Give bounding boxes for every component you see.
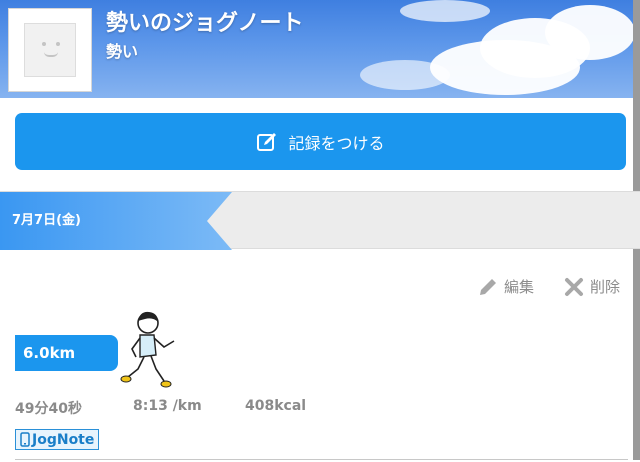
pace-value: 8:13 /km [133,398,202,414]
pencil-square-icon [257,132,277,151]
user-name[interactable]: 勢い [106,38,138,62]
jognote-label: JogNote [32,431,95,448]
delete-button[interactable]: 削除 [564,276,620,297]
calories-value: 408kcal [245,398,307,414]
entry-date: 7月7日(金) [12,213,81,228]
duration-value: 49分40秒 [15,401,82,417]
divider [15,459,628,460]
record-button[interactable]: 記録をつける [15,113,626,170]
phone-icon [20,432,30,447]
edit-label: 編集 [504,278,535,296]
cross-icon [565,277,583,296]
cloud-decoration [400,0,490,22]
date-band: 7月7日(金) [0,191,640,250]
edit-button[interactable]: 編集 [478,276,534,297]
avatar[interactable] [8,8,92,92]
cloud-decoration [360,60,450,90]
cloud-decoration [545,5,635,60]
jognote-badge[interactable]: JogNote [15,429,100,450]
runner-illustration [120,311,175,388]
profile-header: 勢いのジョグノート 勢い [0,0,640,98]
smiley-icon [24,23,76,77]
page-title: 勢いのジョグノート [106,11,304,36]
distance-badge: 6.0km [15,335,118,371]
record-button-label: 記録をつける [288,133,385,153]
delete-label: 削除 [590,278,621,296]
pencil-icon [480,278,496,295]
